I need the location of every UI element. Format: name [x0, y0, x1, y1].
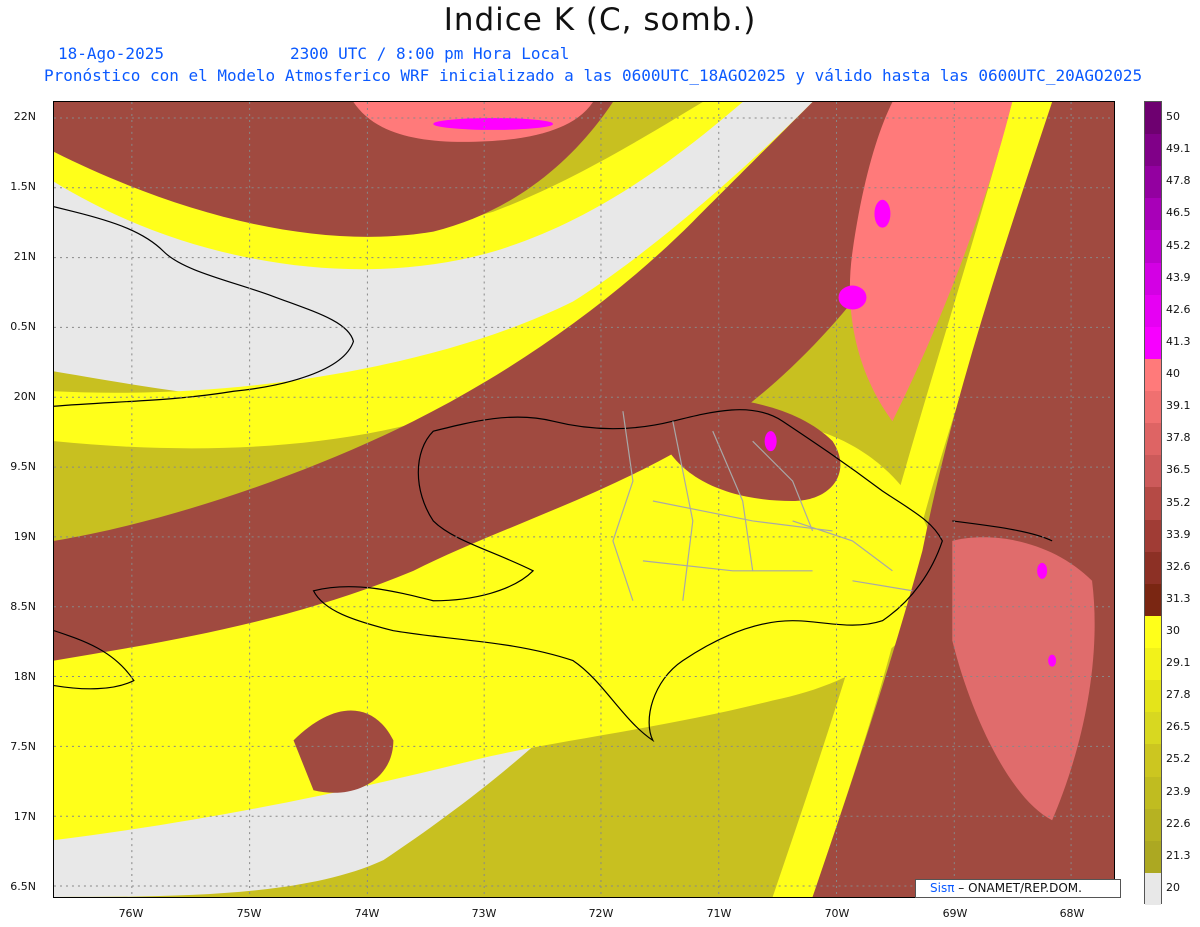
- colorbar-label: 47.8: [1166, 174, 1191, 188]
- colorbar-segment: [1145, 134, 1161, 167]
- k-index-map: [53, 101, 1115, 898]
- field-magenta-4: [764, 431, 777, 452]
- colorbar-segment: [1145, 615, 1161, 649]
- colorbar-segment: [1145, 776, 1161, 810]
- colorbar-segment: [1145, 166, 1161, 199]
- colorbar-label: 20: [1166, 880, 1180, 894]
- colorbar-label: 35.2: [1166, 495, 1191, 509]
- colorbar-label: 23.9: [1166, 784, 1191, 798]
- colorbar-label: 21.3: [1166, 848, 1191, 862]
- colorbar-label: 36.5: [1166, 463, 1191, 477]
- field-magenta-2: [838, 285, 867, 310]
- colorbar-segment: [1145, 680, 1161, 713]
- sis-logo-text: Sisπ: [930, 881, 955, 895]
- colorbar-label: 42.6: [1166, 302, 1191, 316]
- colorbar: [1144, 101, 1162, 906]
- map-title: Indice K (C, somb.): [443, 2, 757, 38]
- field-magenta-3: [874, 199, 891, 228]
- lat-label: 19N: [13, 530, 36, 543]
- colorbar-label: 45.2: [1166, 238, 1191, 252]
- colorbar-label: 31.3: [1166, 591, 1191, 605]
- lat-label: 20N: [13, 390, 36, 403]
- lat-label: 8.5N: [10, 600, 36, 613]
- lat-label: 1.5N: [10, 180, 36, 193]
- credit-box: Sisπ – ONAMET/REP.DOM.: [915, 879, 1121, 898]
- lon-label: 73W: [471, 907, 497, 920]
- lat-label: 17N: [13, 810, 36, 823]
- lon-label: 72W: [588, 907, 614, 920]
- lon-label: 75W: [236, 907, 262, 920]
- colorbar-label: 32.6: [1166, 559, 1191, 573]
- colorbar-segment: [1145, 519, 1161, 553]
- colorbar-label: 22.6: [1166, 816, 1191, 830]
- forecast-date: 18-Ago-2025: [58, 44, 164, 63]
- field-magenta-5: [1037, 562, 1048, 579]
- colorbar-segment: [1145, 326, 1161, 360]
- colorbar-segment: [1145, 198, 1161, 231]
- colorbar-segment: [1145, 840, 1161, 874]
- colorbar-label: 40: [1166, 367, 1180, 381]
- colorbar-segment: [1145, 455, 1161, 488]
- colorbar-label: 33.9: [1166, 527, 1191, 541]
- lon-label: 71W: [706, 907, 732, 920]
- colorbar-segment: [1145, 487, 1161, 521]
- lat-label: 7.5N: [10, 740, 36, 753]
- colorbar-label: 41.3: [1166, 334, 1191, 348]
- colorbar-segment: [1145, 262, 1161, 296]
- colorbar-label: 37.8: [1166, 431, 1191, 445]
- colorbar-segment: [1145, 294, 1161, 328]
- field-magenta-1: [433, 117, 554, 130]
- colorbar-label: 29.1: [1166, 656, 1191, 670]
- colorbar-segment: [1145, 391, 1161, 424]
- forecast-time: 2300 UTC / 8:00 pm Hora Local: [290, 44, 570, 63]
- lat-label: 21N: [13, 250, 36, 263]
- colorbar-segment: [1145, 648, 1161, 681]
- lon-label: 74W: [354, 907, 380, 920]
- colorbar-segment: [1145, 358, 1161, 392]
- colorbar-segment: [1145, 102, 1161, 135]
- lat-label: 9.5N: [10, 460, 36, 473]
- credit-text: – ONAMET/REP.DOM.: [958, 881, 1082, 895]
- lat-label: 22N: [13, 110, 36, 123]
- lon-label: 76W: [118, 907, 144, 920]
- colorbar-label: 26.5: [1166, 720, 1191, 734]
- colorbar-segment: [1145, 744, 1161, 777]
- field-magenta-6: [1048, 654, 1057, 667]
- colorbar-label: 39.1: [1166, 399, 1191, 413]
- colorbar-label: 43.9: [1166, 270, 1191, 284]
- lon-label: 69W: [942, 907, 968, 920]
- colorbar-segment: [1145, 551, 1161, 585]
- colorbar-label: 27.8: [1166, 688, 1191, 702]
- colorbar-segment: [1145, 423, 1161, 456]
- lon-label: 68W: [1059, 907, 1085, 920]
- colorbar-segment: [1145, 808, 1161, 842]
- colorbar-segment: [1145, 872, 1161, 906]
- colorbar-label: 30: [1166, 623, 1180, 637]
- lon-label: 70W: [824, 907, 850, 920]
- lat-label: 0.5N: [10, 320, 36, 333]
- lat-label: 6.5N: [10, 880, 36, 893]
- colorbar-segment: [1145, 583, 1161, 617]
- colorbar-label: 25.2: [1166, 752, 1191, 766]
- colorbar-label: 49.1: [1166, 142, 1191, 156]
- colorbar-segment: [1145, 712, 1161, 745]
- colorbar-segment: [1145, 230, 1161, 264]
- forecast-description: Pronóstico con el Modelo Atmosferico WRF…: [44, 66, 1143, 85]
- colorbar-label: 46.5: [1166, 206, 1191, 220]
- colorbar-label: 50: [1166, 110, 1180, 124]
- lat-label: 18N: [13, 670, 36, 683]
